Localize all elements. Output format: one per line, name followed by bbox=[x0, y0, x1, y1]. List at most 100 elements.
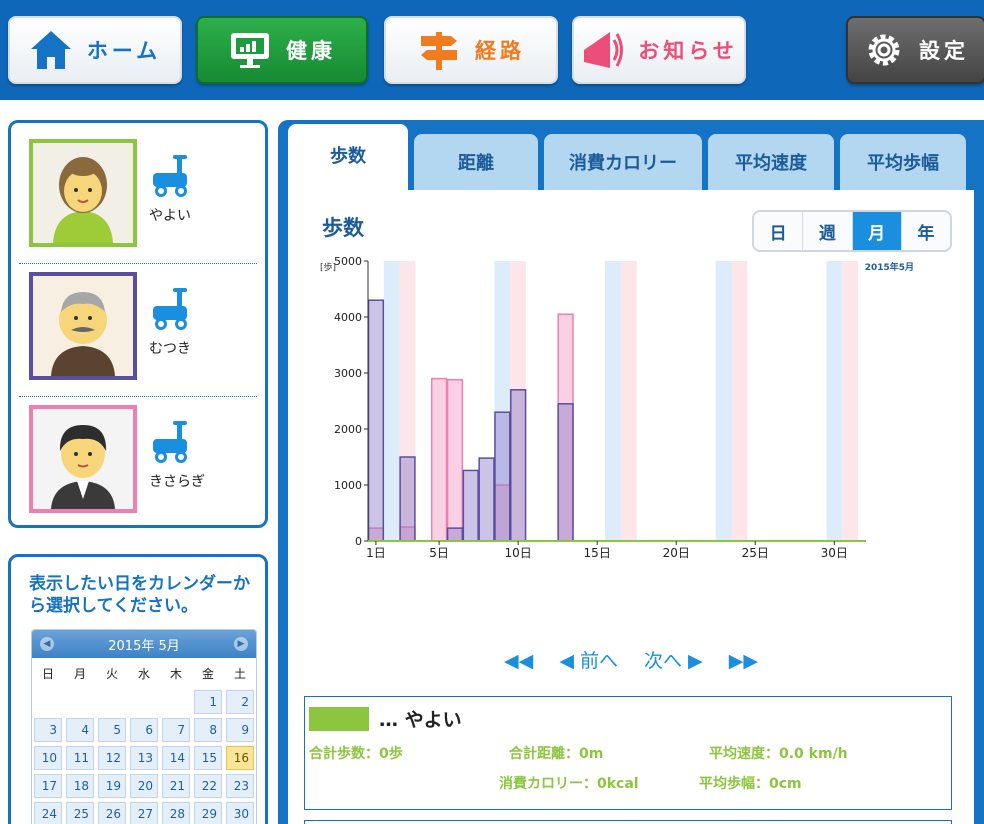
bar-kisaragi bbox=[446, 378, 464, 542]
calendar-day[interactable]: 27 bbox=[130, 802, 158, 824]
y-tick-label: 1000 bbox=[334, 479, 362, 492]
calendar-day[interactable]: 23 bbox=[226, 774, 254, 798]
calendar-day[interactable]: 5 bbox=[98, 718, 126, 742]
calories-stat: 消費カロリー：0kcal bbox=[499, 776, 639, 792]
pager-prev-button[interactable]: ◀ 前へ bbox=[559, 650, 618, 672]
bar-mutsuki bbox=[557, 403, 574, 542]
calendar-day[interactable]: 11 bbox=[66, 746, 94, 770]
user-item-yayoi[interactable]: やよい bbox=[21, 131, 257, 263]
legend-user-name: … やよい bbox=[379, 709, 462, 731]
calendar-day[interactable]: 22 bbox=[194, 774, 222, 798]
period-month-button[interactable]: 月 bbox=[852, 212, 902, 250]
calendar-day[interactable]: 6 bbox=[130, 718, 158, 742]
calendar-blank-cell bbox=[130, 690, 158, 714]
megaphone-icon bbox=[584, 32, 624, 68]
health-nav-label: 健康 bbox=[286, 39, 336, 63]
avatar-yayoi bbox=[29, 139, 137, 247]
calendar-blank-cell bbox=[98, 690, 126, 714]
calendar-day[interactable]: 4 bbox=[66, 718, 94, 742]
calendar-next-month-button[interactable]: ▶ bbox=[234, 637, 248, 651]
health-nav-button[interactable]: 健康 bbox=[196, 16, 368, 84]
home-nav-button[interactable]: ホーム bbox=[8, 16, 182, 84]
calendar-blank-cell bbox=[66, 690, 94, 714]
calendar-weekday: 木 bbox=[169, 667, 182, 681]
pager-next-button[interactable]: 次へ ▶ bbox=[644, 650, 703, 672]
gear-icon bbox=[868, 34, 900, 66]
user-name: やよい bbox=[149, 208, 191, 224]
calendar-weekday: 金 bbox=[201, 667, 214, 681]
tab-distance[interactable]: 距離 bbox=[414, 134, 538, 190]
settings-nav-button[interactable]: 設定 bbox=[846, 16, 984, 84]
sunday-shade bbox=[842, 261, 858, 541]
calendar-header: ◀ 2015年 5月 ▶ bbox=[32, 630, 256, 658]
tab-steps[interactable]: 歩数 bbox=[288, 124, 408, 190]
period-day-button[interactable]: 日 bbox=[754, 212, 804, 250]
bar-mutsuki bbox=[399, 456, 416, 542]
legend-swatch bbox=[309, 707, 369, 731]
tab-calories[interactable]: 消費カロリー bbox=[544, 134, 702, 190]
notice-nav-label: お知らせ bbox=[638, 39, 738, 63]
calendar-day[interactable]: 14 bbox=[162, 746, 190, 770]
x-tick-label: 1日 bbox=[366, 546, 386, 560]
calendar-day[interactable]: 19 bbox=[98, 774, 126, 798]
sunday-shade bbox=[620, 261, 637, 541]
walker-icon bbox=[153, 155, 187, 197]
calendar-day[interactable]: 3 bbox=[34, 718, 62, 742]
total-steps-stat: 合計歩数：0歩 bbox=[309, 746, 403, 762]
monitor-chart-icon bbox=[231, 33, 269, 68]
calendar-widget: ◀ 2015年 5月 ▶ 日月火水木金土 1 2 3 4 5 6 7 8 9 10 11 12 13 14… bbox=[31, 629, 257, 824]
calendar-day[interactable]: 1 bbox=[194, 690, 222, 714]
saturday-shade bbox=[826, 261, 843, 541]
calendar-day[interactable]: 24 bbox=[34, 802, 62, 824]
main-panel: 歩数 距離 消費カロリー 平均速度 平均歩幅 歩数 日 週 月 年 [歩] 201… bbox=[278, 120, 984, 824]
avg-speed-stat: 平均速度：0.0 km/h bbox=[709, 746, 848, 762]
bar-mutsuki bbox=[462, 469, 479, 542]
user-list-panel: やよい むつき きさらぎ bbox=[8, 120, 268, 528]
calendar-day[interactable]: 10 bbox=[34, 746, 62, 770]
bar-mutsuki bbox=[494, 411, 511, 542]
calendar-day[interactable]: 17 bbox=[34, 774, 62, 798]
calendar-day[interactable]: 29 bbox=[194, 802, 222, 824]
calendar-day[interactable]: 15 bbox=[194, 746, 222, 770]
tab-avg-stride[interactable]: 平均歩幅 bbox=[840, 134, 966, 190]
calendar-day[interactable]: 12 bbox=[98, 746, 126, 770]
calendar-day-grid: 1 2 3 4 5 6 7 8 9 10 11 12 13 14 15 16 17 18 19 20 21 22 23 24 2… bbox=[32, 690, 256, 824]
period-year-button[interactable]: 年 bbox=[902, 212, 950, 250]
calendar-day[interactable]: 26 bbox=[98, 802, 126, 824]
calendar-day[interactable]: 8 bbox=[194, 718, 222, 742]
calendar-panel: 表示したい日をカレンダーから選択してください。 ◀ 2015年 5月 ▶ 日 月 火… bbox=[8, 554, 268, 824]
calendar-day[interactable]: 13 bbox=[130, 746, 158, 770]
calendar-day[interactable]: 2 bbox=[226, 690, 254, 714]
pager-last-button[interactable]: ▶▶ bbox=[729, 650, 758, 672]
saturday-shade bbox=[605, 261, 621, 541]
period-week-button[interactable]: 週 bbox=[803, 212, 853, 250]
calendar-weekday: 土 bbox=[233, 667, 246, 681]
tab-avg-speed[interactable]: 平均速度 bbox=[708, 134, 834, 190]
signpost-icon bbox=[421, 32, 457, 70]
calendar-day[interactable]: 16 bbox=[226, 746, 254, 770]
calendar-day[interactable]: 30 bbox=[226, 802, 254, 824]
x-tick-label: 15日 bbox=[584, 546, 611, 560]
walker-icon bbox=[153, 421, 187, 463]
calendar-day[interactable]: 9 bbox=[226, 718, 254, 742]
notice-nav-button[interactable]: お知らせ bbox=[572, 16, 746, 84]
route-nav-button[interactable]: 経路 bbox=[384, 16, 558, 84]
settings-nav-label: 設定 bbox=[919, 39, 969, 63]
y-tick-label: 3000 bbox=[334, 367, 362, 380]
user-item-mutsuki[interactable]: むつき bbox=[21, 264, 257, 396]
avg-stride-stat: 平均歩幅：0cm bbox=[699, 776, 802, 792]
pager-first-button[interactable]: ◀◀ bbox=[504, 650, 533, 672]
calendar-day[interactable]: 25 bbox=[66, 802, 94, 824]
pager: ◀◀ ◀ 前へ 次へ ▶ ▶▶ bbox=[288, 646, 974, 673]
calendar-day[interactable]: 21 bbox=[162, 774, 190, 798]
user-item-kisaragi[interactable]: きさらぎ bbox=[21, 397, 257, 529]
calendar-prev-month-button[interactable]: ◀ bbox=[40, 637, 54, 651]
calendar-day[interactable]: 7 bbox=[162, 718, 190, 742]
bar-kisaragi bbox=[430, 377, 448, 542]
calendar-day[interactable]: 18 bbox=[66, 774, 94, 798]
y-tick-label: 4000 bbox=[334, 311, 362, 324]
calendar-day[interactable]: 20 bbox=[130, 774, 158, 798]
calendar-day[interactable]: 28 bbox=[162, 802, 190, 824]
steps-chart-svg: [歩] 2015年5月0100020003000400050001日 5日 10日 15… bbox=[320, 255, 914, 560]
route-nav-label: 経路 bbox=[475, 39, 525, 63]
